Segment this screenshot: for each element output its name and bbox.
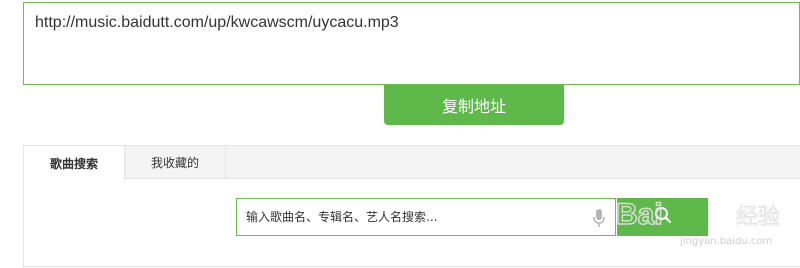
search-button[interactable] [617, 198, 708, 236]
search-input[interactable] [237, 199, 587, 235]
microphone-icon[interactable] [592, 208, 606, 228]
url-textarea[interactable]: http://music.baidutt.com/up/kwcawscm/uyc… [23, 2, 800, 85]
tab-song-search[interactable]: 歌曲搜索 [24, 146, 125, 180]
search-icon [654, 206, 672, 228]
copy-address-button[interactable]: 复制地址 [384, 85, 564, 125]
url-value: http://music.baidutt.com/up/kwcawscm/uyc… [35, 14, 399, 31]
tab-bar: 歌曲搜索 我收藏的 [24, 146, 800, 180]
tab-my-favorites[interactable]: 我收藏的 [125, 146, 226, 179]
search-field [236, 198, 616, 236]
